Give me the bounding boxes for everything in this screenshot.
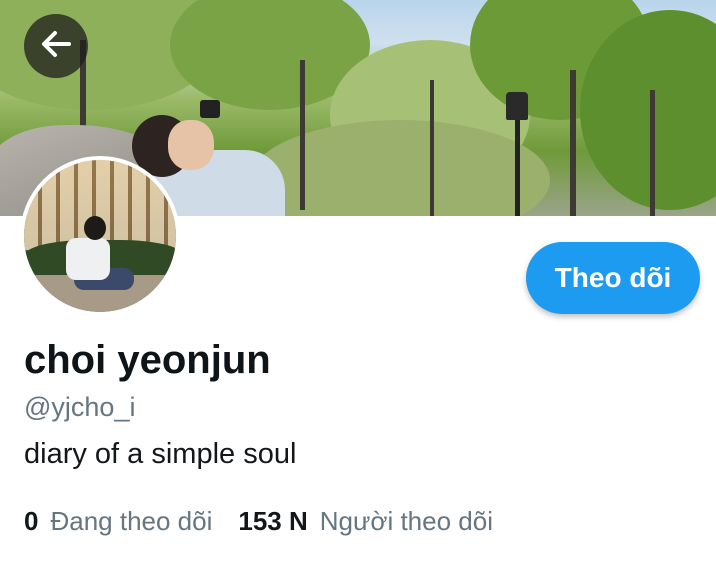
profile-name: choi yeonjun [24,338,271,382]
profile-bio: diary of a simple soul [24,438,297,470]
following-stat[interactable]: 0 Đang theo dõi [24,506,212,537]
followers-label: Người theo dõi [319,506,493,536]
following-count: 0 [24,506,39,536]
followers-count: 153 N [238,506,308,536]
profile-handle: @yjcho_i [24,392,136,422]
arrow-left-icon [39,27,73,66]
avatar[interactable] [20,156,180,316]
following-label: Đang theo dõi [50,506,213,536]
back-button[interactable] [24,14,88,78]
followers-stat[interactable]: 153 N Người theo dõi [238,506,493,537]
follow-button[interactable]: Theo dõi [526,242,700,314]
profile-stats: 0 Đang theo dõi 153 N Người theo dõi [24,506,493,537]
